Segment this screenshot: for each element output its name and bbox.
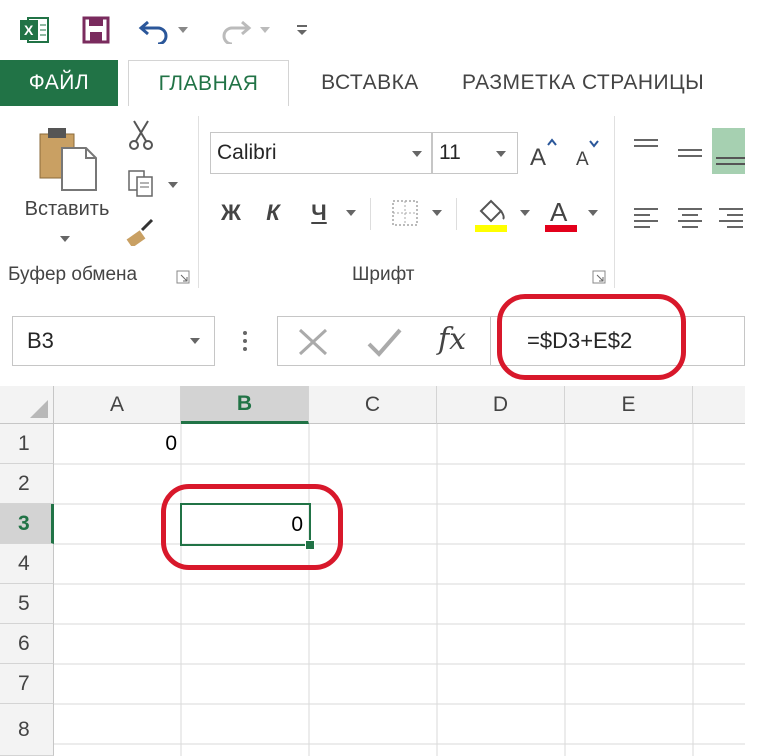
format-painter-icon[interactable] (122, 214, 158, 248)
group-divider (614, 116, 615, 288)
redo-icon[interactable] (218, 14, 254, 46)
svg-text:A: A (576, 149, 589, 169)
cell-a1[interactable]: 0 (54, 424, 181, 464)
ribbon: Вставить Буфер обмена Calibri 11 A A Ж К… (0, 106, 745, 297)
insert-function-button[interactable]: fx (438, 322, 482, 360)
svg-text:X: X (24, 22, 34, 38)
formula-highlight (497, 294, 686, 380)
underline-button[interactable]: Ч (302, 196, 336, 230)
excel-logo-icon: X (18, 14, 52, 46)
name-box-value: B3 (27, 328, 54, 353)
grid-lines (54, 424, 745, 756)
row-header-3[interactable]: 3 (0, 504, 54, 544)
paste-label[interactable]: Вставить (12, 198, 122, 224)
row-header-5[interactable]: 5 (0, 584, 54, 624)
row-header-7[interactable]: 7 (0, 664, 54, 704)
paste-dropdown-icon[interactable] (60, 236, 70, 242)
page-margin (745, 0, 768, 756)
align-center-icon[interactable] (674, 202, 706, 232)
separator (456, 198, 457, 230)
font-color-dropdown-icon[interactable] (588, 210, 598, 216)
clipboard-launcher-icon[interactable] (176, 270, 190, 284)
column-header-a[interactable]: A (54, 386, 181, 424)
group-divider (198, 116, 199, 288)
cell-highlight (161, 484, 343, 570)
row-header-1[interactable]: 1 (0, 424, 54, 464)
font-size-value: 11 (439, 141, 461, 164)
tab-insert[interactable]: ВСТАВКА (300, 60, 440, 106)
align-bottom-icon[interactable] (712, 128, 745, 174)
clipboard-group-label: Буфер обмена (8, 264, 138, 285)
row-header-6[interactable]: 6 (0, 624, 54, 664)
copy-dropdown-icon[interactable] (168, 182, 178, 188)
svg-text:A: A (530, 144, 546, 169)
row-header-4[interactable]: 4 (0, 544, 54, 584)
select-all-button[interactable] (0, 386, 54, 424)
align-left-icon[interactable] (630, 202, 662, 232)
more-options-icon[interactable] (240, 326, 250, 356)
font-group-label: Шрифт (352, 264, 415, 285)
row-header-8[interactable]: 8 (0, 704, 54, 756)
redo-dropdown-icon[interactable] (258, 14, 272, 46)
paste-icon[interactable] (34, 124, 104, 196)
name-box[interactable]: B3 (12, 316, 215, 366)
row-header-2[interactable]: 2 (0, 464, 54, 504)
column-header-d[interactable]: D (437, 386, 565, 424)
tab-file[interactable]: ФАЙЛ (0, 60, 118, 106)
cut-icon[interactable] (124, 118, 158, 152)
font-name-dropdown-icon[interactable] (412, 151, 422, 157)
increase-font-icon[interactable]: A (528, 136, 558, 170)
name-box-dropdown-icon[interactable] (190, 338, 200, 344)
column-header-f[interactable] (693, 386, 745, 424)
cancel-icon[interactable] (296, 326, 332, 358)
fill-color-icon[interactable] (472, 194, 510, 234)
quick-access-toolbar: X (0, 0, 745, 60)
undo-dropdown-icon[interactable] (176, 14, 190, 46)
copy-icon[interactable] (124, 166, 158, 200)
font-size-dropdown-icon[interactable] (496, 151, 506, 157)
font-launcher-icon[interactable] (592, 270, 606, 284)
undo-icon[interactable] (136, 14, 172, 46)
column-header-b[interactable]: B (181, 386, 309, 424)
font-name-select[interactable]: Calibri (210, 132, 432, 174)
ribbon-tabs: ФАЙЛ ГЛАВНАЯ ВСТАВКА РАЗМЕТКА СТРАНИЦЫ (0, 60, 745, 108)
column-header-e[interactable]: E (565, 386, 693, 424)
align-middle-icon[interactable] (674, 138, 706, 168)
decrease-font-icon[interactable]: A (572, 136, 602, 170)
tab-page-layout[interactable]: РАЗМЕТКА СТРАНИЦЫ (462, 60, 752, 106)
tab-home[interactable]: ГЛАВНАЯ (128, 60, 289, 108)
underline-dropdown-icon[interactable] (346, 210, 356, 216)
align-top-icon[interactable] (630, 132, 662, 162)
enter-icon[interactable] (366, 326, 404, 358)
customize-toolbar-icon[interactable] (294, 14, 310, 46)
borders-icon[interactable] (388, 196, 422, 230)
fill-color-dropdown-icon[interactable] (520, 210, 530, 216)
font-name-value: Calibri (217, 141, 277, 164)
save-icon[interactable] (80, 14, 112, 46)
italic-button[interactable]: К (256, 196, 290, 230)
bold-button[interactable]: Ж (214, 196, 248, 230)
font-color-icon[interactable]: A (542, 194, 580, 234)
column-header-c[interactable]: C (309, 386, 437, 424)
borders-dropdown-icon[interactable] (432, 210, 442, 216)
svg-text:A: A (550, 197, 568, 227)
align-right-icon[interactable] (716, 202, 745, 232)
separator (370, 198, 371, 230)
